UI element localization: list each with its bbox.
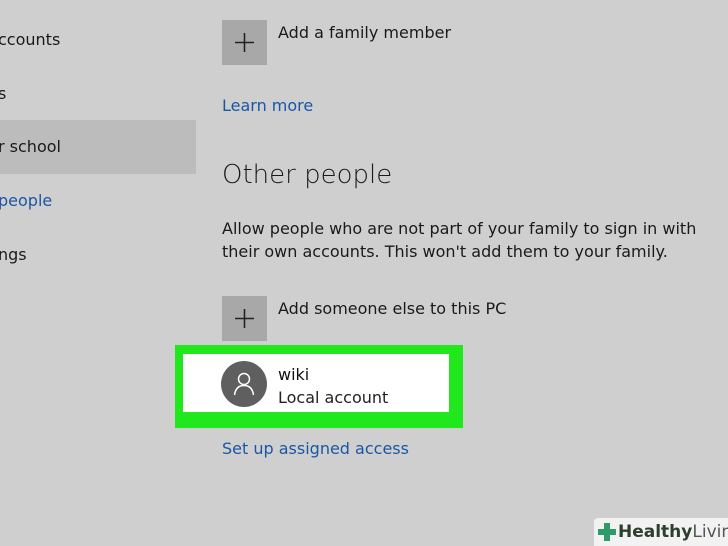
- account-name: wiki: [278, 365, 310, 384]
- main-content: Add a family member Learn more Other peo…: [222, 0, 728, 546]
- add-family-member-label[interactable]: Add a family member: [278, 23, 451, 42]
- avatar: [221, 361, 267, 407]
- other-people-heading: Other people: [222, 160, 393, 190]
- sidebar-item-sync-settings[interactable]: ngs: [0, 235, 196, 275]
- account-type: Local account: [278, 388, 389, 407]
- other-people-description: Allow people who are not part of your fa…: [222, 219, 697, 261]
- set-up-assigned-access-link[interactable]: Set up assigned access: [222, 439, 409, 458]
- sidebar-item-label: ccounts: [0, 30, 61, 49]
- plus-icon: [235, 33, 254, 52]
- sidebar-item-label: r school: [0, 137, 61, 156]
- cross-logo-icon: [598, 523, 616, 541]
- add-family-member-button[interactable]: [222, 20, 267, 65]
- settings-sidebar: ccounts s r school people ngs: [0, 0, 196, 546]
- sidebar-item-label: ngs: [0, 245, 27, 264]
- sidebar-item-label: s: [0, 84, 7, 103]
- watermark-text: HealthyLiving: [618, 522, 728, 542]
- sidebar-item-email-accounts[interactable]: ccounts: [0, 20, 196, 60]
- sidebar-item-label: people: [0, 191, 53, 210]
- healthy-living-watermark: HealthyLiving: [594, 518, 728, 546]
- learn-more-link[interactable]: Learn more: [222, 96, 313, 115]
- add-someone-else-button[interactable]: [222, 296, 267, 341]
- sidebar-item-access-work-or-school[interactable]: r school: [0, 120, 196, 174]
- account-item-wiki[interactable]: wiki Local account: [183, 354, 449, 412]
- add-someone-else-label[interactable]: Add someone else to this PC: [278, 299, 506, 318]
- sidebar-item-family-other-people[interactable]: people: [0, 181, 196, 221]
- user-icon: [233, 372, 255, 396]
- plus-icon: [235, 309, 254, 328]
- sidebar-item-sign-in-options[interactable]: s: [0, 74, 196, 114]
